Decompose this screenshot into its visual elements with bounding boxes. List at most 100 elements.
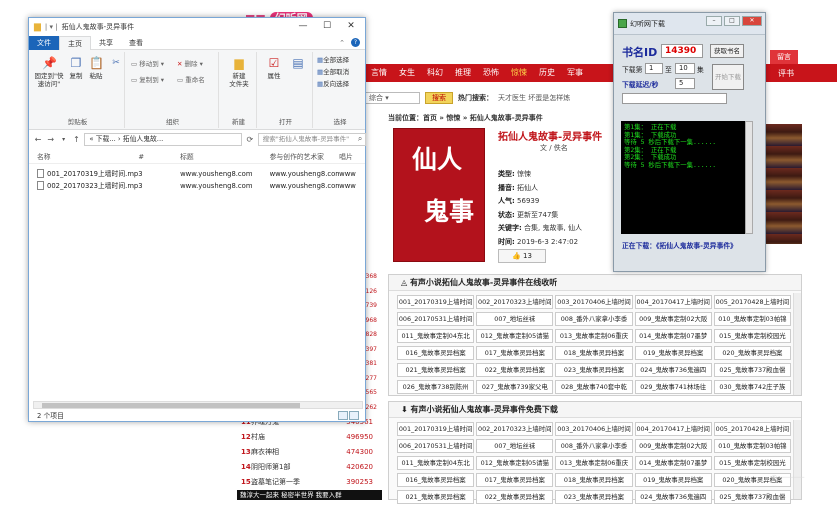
episode-link[interactable]: 017_鬼故事灵异档案	[476, 346, 554, 360]
episode-link[interactable]: 012_鬼故事定制05请猫	[476, 456, 554, 470]
episode-link[interactable]: 016_鬼故事灵异档案	[397, 346, 475, 360]
episode-link[interactable]: 020_鬼故事灵异档案	[713, 346, 791, 360]
up-icon[interactable]: ↑	[72, 135, 82, 144]
like-button[interactable]: 👍 13	[498, 249, 546, 263]
open-button[interactable]: ▤	[289, 56, 307, 72]
search-type-select[interactable]: 综合 ▾	[365, 92, 420, 104]
review-tab[interactable]: 评书	[778, 68, 808, 79]
horizontal-scrollbar[interactable]	[33, 401, 363, 409]
episode-link[interactable]: 008_番外八家拿小李黍	[555, 312, 633, 326]
episode-link[interactable]: 014_鬼故事定制07墨梦	[634, 329, 712, 343]
book-id-input[interactable]: 14390	[661, 44, 703, 58]
rank-row[interactable]: 13 麻衣神相 474300	[237, 445, 377, 460]
episode-link[interactable]: 013_鬼故事定制06重庆	[555, 329, 633, 343]
forward-icon[interactable]: →	[46, 135, 56, 144]
category-item[interactable]: 言情	[365, 64, 393, 82]
category-item[interactable]: 科幻	[421, 64, 449, 82]
episode-link[interactable]: 001_20170319上墙时间	[397, 295, 475, 309]
maximize-button[interactable]: ☐	[315, 18, 339, 34]
hot-search-values[interactable]: 天才医生 坏蛋是怎样炼	[498, 93, 570, 103]
get-name-button[interactable]: 获取书名	[710, 44, 744, 58]
episode-link[interactable]: 006_20170531上墙时间	[397, 312, 475, 326]
episode-link[interactable]: 025_鬼故事737殿血偿	[713, 363, 791, 377]
episode-link[interactable]: 011_鬼故事定制04东北	[397, 456, 475, 470]
help-icon[interactable]: ?	[351, 38, 360, 47]
cut-button[interactable]: ✂	[109, 56, 123, 72]
category-item[interactable]: 历史	[533, 64, 561, 82]
category-item[interactable]: 推理	[449, 64, 477, 82]
rank-row[interactable]: 15 盗墓笔记第一季 390253	[237, 475, 377, 490]
episode-link[interactable]: 029_鬼故事741林场往	[634, 380, 712, 394]
episode-link[interactable]: 014_鬼故事定制07墨梦	[634, 456, 712, 470]
episode-link[interactable]: 009_鬼故事定制02大阪	[634, 312, 712, 326]
details-view-icon[interactable]	[338, 411, 348, 420]
episode-link[interactable]: 024_鬼故事736鬼遍四	[634, 363, 712, 377]
search-button[interactable]: 搜索	[425, 92, 453, 104]
move-to-button[interactable]: ▭ 移动到 ▾	[131, 60, 164, 69]
episode-link[interactable]: 001_20170319上墙时间	[397, 422, 475, 436]
episode-link[interactable]: 002_20170323上墙时间	[476, 422, 554, 436]
episode-link[interactable]: 018_鬼故事灵异档案	[555, 473, 633, 487]
episode-link[interactable]: 030_鬼故事742庄子族	[713, 380, 791, 394]
rank-row[interactable]: 12 村庙 496950	[237, 430, 377, 445]
file-row[interactable]: 002_20170323上墙时间.mp3 www.yousheng8.com www…	[29, 180, 365, 192]
episode-link[interactable]: 004_20170417上墙时间	[634, 422, 712, 436]
tab-share[interactable]: 共享	[91, 36, 121, 50]
episode-link[interactable]: 018_鬼故事灵异档案	[555, 346, 633, 360]
delete-button[interactable]: ✕ 删除 ▾	[177, 60, 203, 69]
episode-link[interactable]: 019_鬼故事灵异档案	[634, 473, 712, 487]
episode-link[interactable]: 013_鬼故事定制06重庆	[555, 456, 633, 470]
tab-view[interactable]: 查看	[121, 36, 151, 50]
quick-access-icon[interactable]: | ▾ |	[45, 23, 58, 31]
select-none-button[interactable]: ▦全部取消	[317, 68, 349, 77]
column-artist[interactable]: 参与创作的艺术家	[270, 150, 340, 163]
column-album[interactable]: 唱片	[339, 150, 365, 163]
episode-link[interactable]: 005_20170428上墙时间	[713, 422, 791, 436]
range-to-input[interactable]: 10	[675, 63, 695, 74]
episode-link[interactable]: 004_20170417上墙时间	[634, 295, 712, 309]
start-download-button[interactable]: 开始下载	[712, 64, 744, 90]
episode-link[interactable]: 006_20170531上墙时间	[397, 439, 475, 453]
episode-link[interactable]: 003_20170406上墙时间	[555, 295, 633, 309]
episode-link[interactable]: 005_20170428上墙时间	[713, 295, 791, 309]
bottom-banner[interactable]: 魏淳大一起来 秘密半世界 我要入群	[237, 490, 382, 500]
delay-input[interactable]: 5	[675, 78, 695, 89]
scroll-thumb[interactable]	[42, 403, 300, 408]
episode-link[interactable]: 019_鬼故事灵异档案	[634, 346, 712, 360]
chevron-up-icon[interactable]: ⌃	[339, 39, 345, 47]
copy-button[interactable]: ❐ 复制	[67, 56, 85, 80]
episode-link[interactable]: 027_鬼故事739家父电	[476, 380, 554, 394]
recent-icon[interactable]: ▾	[59, 136, 69, 143]
episode-link[interactable]: 017_鬼故事灵异档案	[476, 473, 554, 487]
paste-button[interactable]: 📋 粘贴	[87, 56, 105, 80]
episode-link[interactable]: 010_鬼故事定制03帕锦	[713, 439, 791, 453]
episode-link[interactable]: 022_鬼故事灵异档案	[476, 490, 554, 504]
episode-link[interactable]: 012_鬼故事定制05请猫	[476, 329, 554, 343]
new-folder-button[interactable]: ▆ 新建 文件夹	[223, 56, 255, 88]
tab-home[interactable]: 主页	[59, 35, 91, 50]
properties-button[interactable]: ☑ 属性	[263, 56, 285, 80]
category-item[interactable]: 恐怖	[477, 64, 505, 82]
address-bar[interactable]: « 下载... › 拓仙人鬼故...	[84, 132, 242, 146]
episode-link[interactable]: 021_鬼故事灵异档案	[397, 363, 475, 377]
rank-row[interactable]: 14 阴阳师第1部 420620	[237, 460, 377, 475]
select-all-button[interactable]: ▦全部选择	[317, 56, 349, 65]
refresh-icon[interactable]: ⟳	[245, 135, 255, 144]
episode-link[interactable]: 010_鬼故事定制03帕锦	[713, 312, 791, 326]
episode-link[interactable]: 011_鬼故事定制04东北	[397, 329, 475, 343]
rename-button[interactable]: ▭ 重命名	[177, 76, 205, 85]
episode-scrollbar[interactable]	[793, 293, 801, 395]
episode-link[interactable]: 009_鬼故事定制02大阪	[634, 439, 712, 453]
dl-maximize-button[interactable]: □	[724, 16, 740, 26]
category-item[interactable]: 惊悚	[505, 64, 533, 82]
column-name[interactable]: 名称	[29, 150, 138, 163]
book-cover[interactable]: 仙人 鬼事	[393, 128, 485, 262]
search-icon[interactable]: ⌕	[355, 134, 365, 144]
episode-link[interactable]: 028_鬼故事740套中乾	[555, 380, 633, 394]
column-title[interactable]: 标题	[180, 150, 269, 163]
episode-link[interactable]: 015_鬼故事定制校园光	[713, 329, 791, 343]
dl-minimize-button[interactable]: –	[706, 16, 722, 26]
episode-link[interactable]: 016_鬼故事灵异档案	[397, 473, 475, 487]
message-tab[interactable]: 留言	[770, 50, 798, 64]
episode-link[interactable]: 008_番外八家拿小李黍	[555, 439, 633, 453]
